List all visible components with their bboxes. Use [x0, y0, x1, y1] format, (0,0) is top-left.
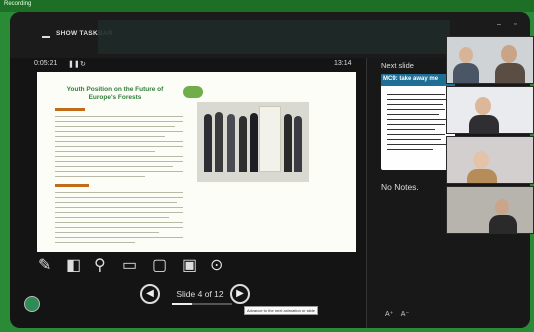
taskbar-icon[interactable] — [42, 30, 50, 38]
screen-icon[interactable]: ▭ — [122, 258, 137, 274]
slide-text-line — [55, 151, 155, 152]
current-slide: Youth Position on the Future of Europe's… — [37, 72, 356, 252]
slide-text-line — [55, 227, 183, 228]
camera-icon[interactable]: ▣ — [182, 258, 197, 274]
pause-icon[interactable]: ❚❚ — [68, 60, 80, 68]
next-slide-button[interactable]: ▶ — [230, 284, 250, 304]
pointer-icon[interactable]: ◧ — [66, 258, 81, 274]
participant-video-4[interactable] — [446, 186, 534, 234]
slide-text-line — [55, 217, 169, 218]
reset-icon[interactable]: ↻ — [80, 60, 86, 68]
shared-content-strip — [98, 20, 450, 54]
elapsed-time: 0:05:21 — [34, 60, 58, 67]
slide-text-line — [55, 156, 183, 157]
photo-banner — [259, 106, 281, 172]
slide-text-line — [55, 161, 183, 162]
recording-bar: Recording — [0, 0, 534, 12]
speaker-notes: No Notes. — [381, 182, 419, 192]
slide-progress-fill — [172, 303, 192, 305]
participant-video-2[interactable] — [446, 86, 534, 134]
next-slide-preview[interactable]: MC9: take away me — [381, 74, 455, 170]
slide-heading-1 — [55, 108, 85, 111]
slide-text-line — [55, 222, 183, 223]
slide-text-line — [55, 146, 183, 147]
increase-font-button[interactable]: A⁺ — [385, 311, 393, 318]
slide-text-line — [55, 197, 183, 198]
prev-slide-button[interactable]: ◀ — [140, 284, 160, 304]
clock-time: 13:14 — [334, 60, 352, 67]
slide-text-line — [55, 116, 183, 117]
slide-text-line — [55, 136, 165, 137]
participant-video-1[interactable] — [446, 36, 534, 84]
slide-text-line — [55, 192, 183, 193]
slide-text-line — [55, 126, 175, 127]
group-photo — [197, 102, 309, 182]
slide-logo — [183, 86, 203, 98]
pen-toggle-button[interactable] — [24, 296, 40, 312]
slide-text-line — [55, 207, 183, 208]
slide-text-line — [55, 141, 183, 142]
next-slide-heading: Next slide — [381, 61, 414, 70]
restore-button[interactable]: ▫ — [514, 21, 516, 28]
slide-text-line — [55, 232, 159, 233]
slide-text-line — [55, 131, 183, 132]
next-slide-title: MC9: take away me — [381, 74, 455, 86]
decrease-font-button[interactable]: A⁻ — [401, 311, 409, 318]
app-frame: Recording SHOW TASKBAR – ▫ 0:05:21 ❚❚ ↻ … — [0, 0, 534, 332]
recording-label: Recording — [4, 1, 32, 7]
slide-text-line — [55, 242, 135, 243]
slide-text-line — [55, 121, 183, 122]
slide-pager: ◀ Slide 4 of 12 ▶ — [140, 284, 260, 308]
slide-text-line — [55, 212, 183, 213]
slide-counter: Slide 4 of 12 — [176, 289, 224, 299]
slide-text-line — [55, 237, 183, 238]
subtitles-icon[interactable]: ▢ — [152, 258, 167, 274]
pen-icon[interactable]: ✎ — [38, 258, 51, 274]
slide-text-line — [55, 202, 177, 203]
slide-text-line — [55, 176, 145, 177]
font-size-buttons[interactable]: A⁺ A⁻ — [385, 310, 409, 318]
next-slide-tooltip: Advance to the next animation or slide — [244, 306, 318, 315]
slide-title: Youth Position on the Future of Europe's… — [66, 86, 164, 101]
slide-heading-2 — [55, 184, 89, 187]
minimize-button[interactable]: – — [497, 21, 501, 28]
slide-progress — [172, 303, 232, 305]
participant-video-3[interactable] — [446, 136, 534, 184]
slide-text-line — [55, 166, 173, 167]
timer-row: 0:05:21 ❚❚ ↻ 13:14 — [10, 58, 358, 72]
slide-text-line — [55, 171, 183, 172]
more-icon[interactable]: ⊙ — [210, 258, 223, 274]
zoom-icon[interactable]: ⚲ — [94, 258, 106, 274]
